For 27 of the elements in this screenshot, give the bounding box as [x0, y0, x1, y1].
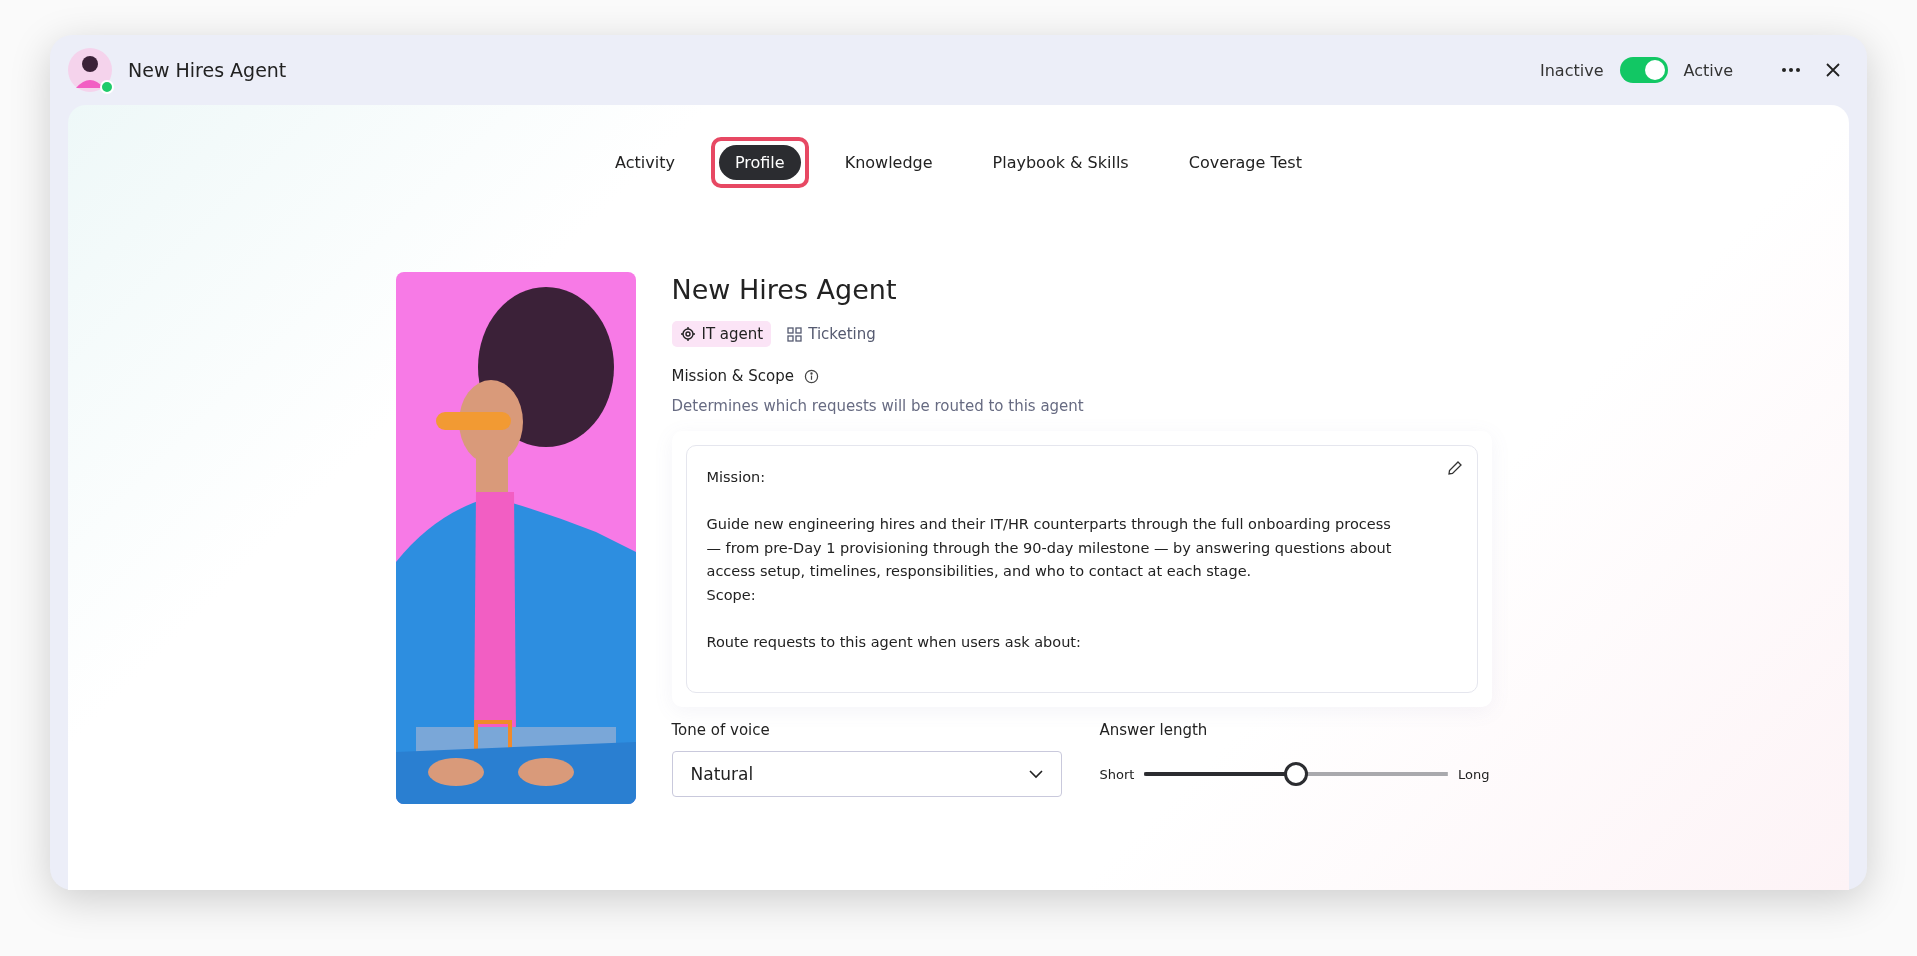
target-icon	[679, 326, 696, 342]
section-hint: Determines which requests will be routed to this agent	[671, 397, 1085, 415]
tab[interactable]: Coverage Test	[1172, 145, 1318, 180]
avatar	[68, 48, 112, 92]
tag: IT agent	[671, 321, 772, 347]
window-title: New Hires Agent	[128, 59, 288, 81]
slider-max-label: Long	[1458, 766, 1490, 782]
active-toggle[interactable]	[1619, 57, 1668, 83]
agent-name: New Hires Agent	[671, 274, 898, 305]
slider-min-label: Short	[1099, 766, 1135, 782]
tag: Ticketing	[779, 321, 884, 347]
field-label: Answer length	[1099, 721, 1209, 739]
chevron-down-icon	[1028, 769, 1043, 779]
grid-icon	[787, 326, 803, 342]
mission-text-box[interactable]	[685, 445, 1478, 693]
tab[interactable]: Playbook & Skills	[976, 145, 1145, 180]
status-label: Active	[1683, 60, 1733, 80]
status-label: Inactive	[1540, 60, 1604, 80]
tab[interactable]: Knowledge	[828, 145, 949, 180]
field-label: Tone of voice	[671, 721, 771, 739]
info-icon[interactable]	[804, 368, 820, 384]
section-label: Mission & Scope	[671, 367, 795, 385]
mission-text: Mission: Guide new engineering hires and their IT/HR counterparts through the full onboarding process — from pre-Day 1 provisioning through the 90-day milestone — by answering questions about access setup, timelines, responsibilities, and who to contact at each stage. Scope: Route requests to this agent when users ask about:	[706, 468, 1393, 652]
tab[interactable]: Activity	[599, 145, 691, 180]
tone-dropdown[interactable]: Natural	[671, 751, 1062, 797]
slider-thumb[interactable]	[1284, 762, 1309, 786]
tab[interactable]: Profile	[718, 145, 801, 180]
